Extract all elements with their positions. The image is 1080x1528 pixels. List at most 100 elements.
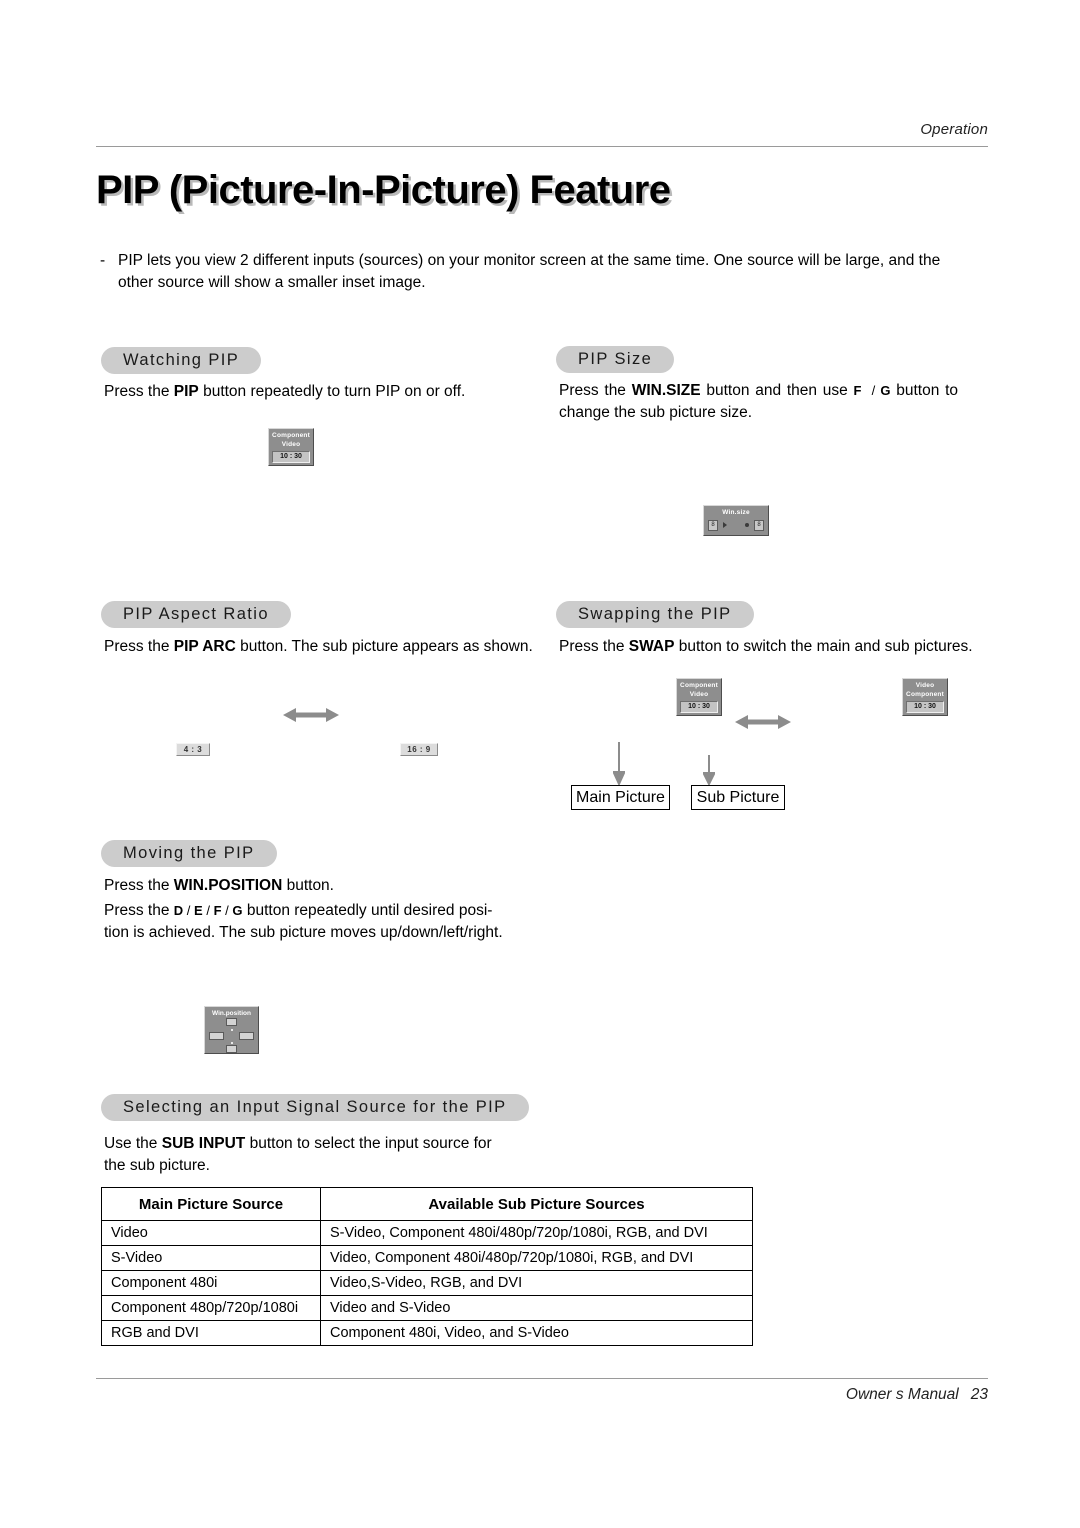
- moving-pip-line2: Press the D / E / F / G button repeatedl…: [104, 900, 524, 944]
- pip-size-body-p1: Press the: [559, 382, 632, 399]
- table-row: Component 480p/720p/1080i Video and S-Vi…: [101, 1295, 753, 1321]
- double-arrow-icon-swap: [735, 715, 791, 729]
- table-cell-sub-sources: S-Video, Component 480i/480p/720p/1080i,…: [320, 1220, 753, 1246]
- swap-body-p2: button to switch the main and sub pictur…: [674, 638, 973, 655]
- key-right-icon: G: [880, 383, 891, 398]
- swapping-pip-body: Press the SWAP button to switch the main…: [559, 636, 979, 658]
- footer-text: Owner s Manual: [845, 1386, 959, 1403]
- pad-down-icon: [226, 1045, 237, 1053]
- osd-win-size: Win.size 8 8: [703, 505, 769, 536]
- table-cell-main-source: S-Video: [101, 1245, 321, 1271]
- osd-win-position-title: Win.position: [212, 1010, 251, 1017]
- pad-left-icon: [209, 1032, 224, 1040]
- pip-arc-key: PIP ARC: [173, 638, 236, 655]
- selecting-input-body: Use the SUB INPUT button to select the i…: [104, 1133, 534, 1177]
- pad-right-icon: [239, 1032, 254, 1040]
- osd-source-line2: Video: [281, 440, 301, 448]
- section-heading-moving-the-pip: Moving the PIP: [101, 840, 277, 867]
- footer-rule: [96, 1378, 988, 1379]
- page-number: 23: [970, 1386, 988, 1403]
- input-source-table: Main Picture Source Available Sub Pictur…: [101, 1187, 753, 1346]
- osd-win-size-title: Win.size: [722, 509, 750, 516]
- pip-size-body-p2: button and then use: [700, 382, 854, 399]
- table-header-main-source: Main Picture Source: [101, 1187, 321, 1221]
- moving-line2-p2: button repeatedly until desired posi-: [242, 902, 493, 919]
- select-body-line2: the sub picture.: [104, 1157, 210, 1174]
- key-down-icon: E: [194, 903, 203, 918]
- table-row: Video S-Video, Component 480i/480p/720p/…: [101, 1220, 753, 1246]
- win-size-chip-left: 8: [708, 519, 718, 531]
- intro-bullet: -: [100, 252, 106, 269]
- swap-body-p1: Press the: [559, 638, 629, 655]
- table-header-sub-sources: Available Sub Picture Sources: [320, 1187, 753, 1221]
- swap-key: SWAP: [628, 638, 675, 655]
- select-key-sub-input: SUB INPUT: [161, 1135, 246, 1152]
- table-cell-main-source: Video: [101, 1220, 321, 1246]
- osd-swap-right-line1: Video: [915, 682, 935, 689]
- down-arrow-icon-main-picture: [613, 742, 625, 787]
- label-main-picture: Main Picture: [571, 785, 670, 810]
- moving-line2-p1: Press the: [104, 902, 174, 919]
- table-cell-sub-sources: Video and S-Video: [320, 1295, 753, 1321]
- osd-clock: 10 : 30: [272, 451, 310, 463]
- osd-win-position: Win.position: [204, 1006, 259, 1054]
- osd-swap-right: Video Component 10 : 30: [902, 678, 948, 716]
- page-title: PIP (Picture-In-Picture) Feature: [96, 168, 671, 212]
- watching-pip-body-after: button repeatedly to turn PIP on or off.: [198, 383, 466, 400]
- intro-text: PIP lets you view 2 different inputs (so…: [118, 252, 941, 291]
- pip-size-body: Press the WIN.SIZE button and then use F…: [559, 380, 958, 424]
- watching-pip-body: Press the PIP button repeatedly to turn …: [104, 381, 534, 403]
- double-arrow-icon-aspect-ratio: [283, 708, 339, 722]
- triangle-right-icon: [723, 522, 727, 528]
- table-cell-main-source: Component 480i: [101, 1270, 321, 1296]
- osd-swap-right-line2: Component: [906, 690, 944, 698]
- section-heading-pip-size: PIP Size: [556, 346, 675, 373]
- osd-swap-right-clock: 10 : 30: [906, 701, 944, 713]
- key-up-icon: D: [173, 903, 184, 918]
- table-header-row: Main Picture Source Available Sub Pictur…: [101, 1187, 753, 1221]
- table-row: RGB and DVI Component 480i, Video, and S…: [101, 1320, 753, 1346]
- win-size-chip-right: 8: [754, 519, 764, 531]
- table-row: S-Video Video, Component 480i/480p/720p/…: [101, 1245, 753, 1271]
- section-heading-selecting-input: Selecting an Input Signal Source for the…: [101, 1094, 529, 1121]
- moving-line1-p1: Press the: [104, 877, 174, 894]
- pad-up-icon: [226, 1018, 237, 1026]
- aspect-chip-16-9: 16 : 9: [400, 743, 438, 756]
- table-row: Component 480i Video,S-Video, RGB, and D…: [101, 1270, 753, 1296]
- section-heading-pip-aspect-ratio: PIP Aspect Ratio: [101, 601, 291, 628]
- key-right-arrow-icon: G: [232, 903, 243, 918]
- table-cell-sub-sources: Component 480i, Video, and S-Video: [320, 1320, 753, 1346]
- osd-win-position-pad: [205, 1018, 258, 1054]
- pad-dot-upper: [230, 1029, 233, 1031]
- osd-win-size-controls: 8 8: [704, 519, 768, 531]
- section-heading-watching-pip: Watching PIP: [101, 347, 262, 374]
- osd-swap-left-line2: Video: [689, 690, 709, 698]
- select-body-p2: button to select the input source for: [245, 1135, 492, 1152]
- osd-source-line1: Component: [272, 432, 310, 439]
- table-cell-sub-sources: Video,S-Video, RGB, and DVI: [320, 1270, 753, 1296]
- key-left-arrow-icon: F: [213, 903, 222, 918]
- moving-key-winposition: WIN.POSITION: [173, 877, 283, 894]
- moving-line3: tion is achieved. The sub picture moves …: [104, 924, 503, 941]
- moving-line1-p2: button.: [282, 877, 334, 894]
- dot-icon: [745, 523, 749, 527]
- section-heading-swapping-the-pip: Swapping the PIP: [556, 601, 754, 628]
- manual-page: Operation PIP (Picture-In-Picture) Featu…: [0, 0, 1080, 1528]
- pip-arc-body-p2: button. The sub picture appears as shown…: [235, 638, 533, 655]
- aspect-chip-4-3: 4 : 3: [176, 743, 210, 756]
- table-cell-sub-sources: Video, Component 480i/480p/720p/1080i, R…: [320, 1245, 753, 1271]
- osd-swap-left-clock: 10 : 30: [680, 701, 718, 713]
- pip-aspect-ratio-body: Press the PIP ARC button. The sub pictur…: [104, 636, 544, 658]
- select-body-p1: Use the: [104, 1135, 162, 1152]
- moving-pip-line1: Press the WIN.POSITION button.: [104, 875, 534, 897]
- pad-dot-lower: [230, 1042, 233, 1044]
- watching-pip-key: PIP: [173, 383, 199, 400]
- pip-arc-body-p1: Press the: [104, 638, 174, 655]
- pip-size-key: WIN.SIZE: [631, 382, 701, 399]
- osd-swap-left-line1: Component: [680, 682, 718, 689]
- footer: Owner s Manual 23: [846, 1386, 988, 1404]
- osd-watching-pip: Component Video 10 : 30: [268, 428, 314, 466]
- intro-paragraph: - PIP lets you view 2 different inputs (…: [100, 250, 960, 294]
- running-head: Operation: [920, 121, 988, 138]
- down-arrow-icon-sub-picture: [703, 755, 715, 787]
